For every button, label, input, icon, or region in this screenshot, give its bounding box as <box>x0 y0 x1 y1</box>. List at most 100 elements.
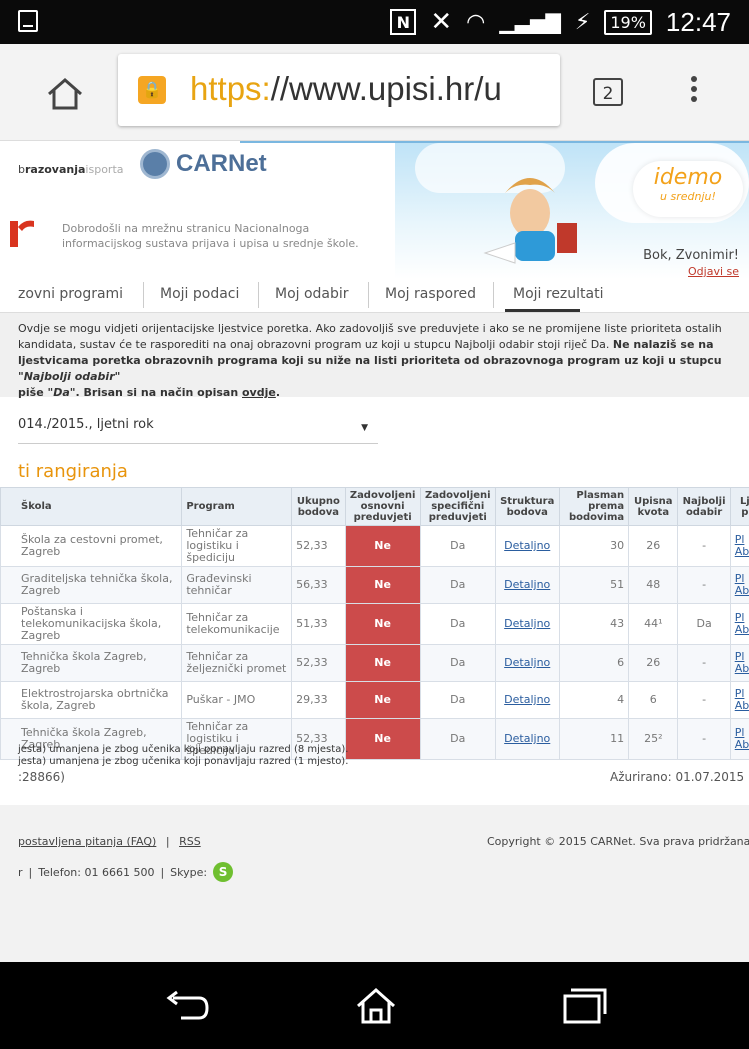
web-page: brazovanjaisporta CARNet idemo u srednju… <box>0 141 749 962</box>
nav-item-my-data[interactable]: Moji podaci <box>160 286 239 302</box>
browser-toolbar: 🔒 https://www.upisi.hr/u 2 <box>0 44 749 141</box>
carnet-logo[interactable]: CARNet <box>140 149 267 179</box>
nav-item-programs[interactable]: zovni programi <box>18 286 123 302</box>
col-header-structure: Struktura bodova <box>494 487 560 526</box>
cell-best: - <box>677 566 731 604</box>
wifi-icon: ◠ <box>466 9 486 35</box>
detaljno-link[interactable]: Detaljno <box>504 656 550 669</box>
cell-school: Škola za cestovni promet, Zagreb <box>0 525 183 567</box>
copyright-text: Copyright © 2015 CARNet. Sva prava pridr… <box>487 835 749 848</box>
list-link-ab[interactable]: Ab <box>735 584 749 597</box>
list-link-ab[interactable]: Ab <box>735 662 749 675</box>
cell-quota: 26 <box>628 525 679 567</box>
cell-basic: Ne <box>344 525 421 567</box>
ministry-logo-text: brazovanjaisporta <box>18 163 124 176</box>
cell-structure: Detaljno <box>494 718 560 760</box>
cell-school: Tehnička škola Zagreb, Zagreb <box>0 644 183 682</box>
cell-specific: Da <box>419 525 496 567</box>
detaljno-link[interactable]: Detaljno <box>504 578 550 591</box>
skype-icon[interactable]: S <box>213 862 234 882</box>
list-link-ab[interactable]: Ab <box>735 545 749 558</box>
list-link-ab[interactable]: Ab <box>735 738 749 751</box>
cell-basic: Ne <box>344 718 421 760</box>
cell-points: 29,33 <box>291 681 346 719</box>
cell-rank: 30 <box>558 525 630 567</box>
detaljno-link[interactable]: Detaljno <box>504 732 550 745</box>
cell-rank: 43 <box>558 603 630 645</box>
cell-rank: 4 <box>558 681 630 719</box>
record-id: :28866) <box>18 770 65 784</box>
nfc-icon: N <box>390 9 417 35</box>
cell-specific: Da <box>419 644 496 682</box>
list-link-ab[interactable]: Ab <box>735 623 749 636</box>
nav-item-my-results[interactable]: Moji rezultati <box>513 286 604 302</box>
logout-link[interactable]: Odjavi se <box>688 265 739 278</box>
nav-item-my-choice[interactable]: Moj odabir <box>275 286 349 302</box>
cell-quota: 6 <box>628 681 679 719</box>
lock-icon: 🔒 <box>138 76 166 104</box>
cell-rank: 11 <box>558 718 630 760</box>
table-row: Poštanska i telekomunikacijska škola, Za… <box>0 603 749 645</box>
cell-program: Građevinski tehničar <box>181 566 293 604</box>
col-header-specific: Zadovoljeni specifični preduvjeti <box>419 487 496 526</box>
skype-label: Skype: <box>170 865 208 879</box>
detaljno-link[interactable]: Detaljno <box>504 693 550 706</box>
recents-icon[interactable] <box>561 986 609 1026</box>
detaljno-link[interactable]: Detaljno <box>504 539 550 552</box>
cell-basic: Ne <box>344 566 421 604</box>
cell-best: - <box>677 718 731 760</box>
list-link-ab[interactable]: Ab <box>735 699 749 712</box>
home-nav-icon[interactable] <box>352 986 400 1026</box>
section-title: ti rangiranja <box>18 461 128 482</box>
cell-list: Pl Ab <box>729 566 749 604</box>
cell-list: Pl Ab <box>729 681 749 719</box>
nav-item-my-schedule[interactable]: Moj raspored <box>385 286 476 302</box>
updated-date: Ažurirano: 01.07.2015 <box>610 770 745 784</box>
user-greeting: Bok, Zvonimir! <box>643 248 739 263</box>
cell-points: 56,33 <box>291 566 346 604</box>
cell-specific: Da <box>419 718 496 760</box>
period-select[interactable]: 014./2015., ljetni rok ▼ <box>18 417 378 444</box>
results-table: Škola Program Ukupno bodova Zadovoljeni … <box>0 487 749 760</box>
back-icon[interactable] <box>163 986 211 1026</box>
cell-school: Elektrostrojarska obrtnička škola, Zagre… <box>0 681 183 719</box>
signal-icon: ▁▃▅▇ <box>499 10 561 34</box>
table-row: Elektrostrojarska obrtnička škola, Zagre… <box>0 681 749 719</box>
cell-school: Poštanska i telekomunikacijska škola, Za… <box>0 603 183 645</box>
home-icon[interactable] <box>45 76 85 112</box>
site-logo[interactable] <box>10 213 36 247</box>
info-link-ovdje[interactable]: ovdje <box>242 386 276 399</box>
cell-points: 52,33 <box>291 525 346 567</box>
cell-list: Pl Ab <box>729 718 749 760</box>
table-row: Tehnička škola Zagreb, Zagreb Tehničar z… <box>0 644 749 682</box>
footer-contact: r | Telefon: 01 6661 500 | Skype: S <box>18 862 234 882</box>
footer-links: postavljena pitanja (FAQ) | RSS <box>18 835 201 848</box>
footnote-2: jesta) umanjena je zbog učenika koji pon… <box>18 756 349 767</box>
menu-icon[interactable] <box>690 76 698 106</box>
cell-points: 51,33 <box>291 603 346 645</box>
url-bar[interactable]: 🔒 https://www.upisi.hr/u <box>118 54 560 126</box>
table-row: Graditeljska tehnička škola, Zagreb Građ… <box>0 566 749 604</box>
notification-square-icon <box>18 10 38 32</box>
site-header: brazovanjaisporta CARNet idemo u srednju… <box>0 141 749 279</box>
cell-list: Pl Ab <box>729 603 749 645</box>
cell-best: - <box>677 644 731 682</box>
cell-best: - <box>677 681 731 719</box>
tabs-button[interactable]: 2 <box>593 78 623 106</box>
cell-structure: Detaljno <box>494 681 560 719</box>
cell-list: Pl Ab <box>729 525 749 567</box>
detaljno-link[interactable]: Detaljno <box>504 617 550 630</box>
rss-link[interactable]: RSS <box>179 835 201 848</box>
cell-program: Tehničar za željeznički promet <box>181 644 293 682</box>
system-nav-bar <box>0 962 749 1049</box>
cell-quota: 48 <box>628 566 679 604</box>
cell-best: Da <box>677 603 731 645</box>
url-text[interactable]: https://www.upisi.hr/u <box>190 70 502 108</box>
cell-best: - <box>677 525 731 567</box>
table-footnotes: jesta) umanjena je zbog učenika koji pon… <box>18 744 348 768</box>
col-header-rank: Plasman prema bodovima <box>558 487 630 526</box>
battery-icon: 19% <box>604 9 652 35</box>
faq-link[interactable]: postavljena pitanja (FAQ) <box>18 835 156 848</box>
cell-quota: 25² <box>628 718 679 760</box>
cell-basic: Ne <box>344 681 421 719</box>
